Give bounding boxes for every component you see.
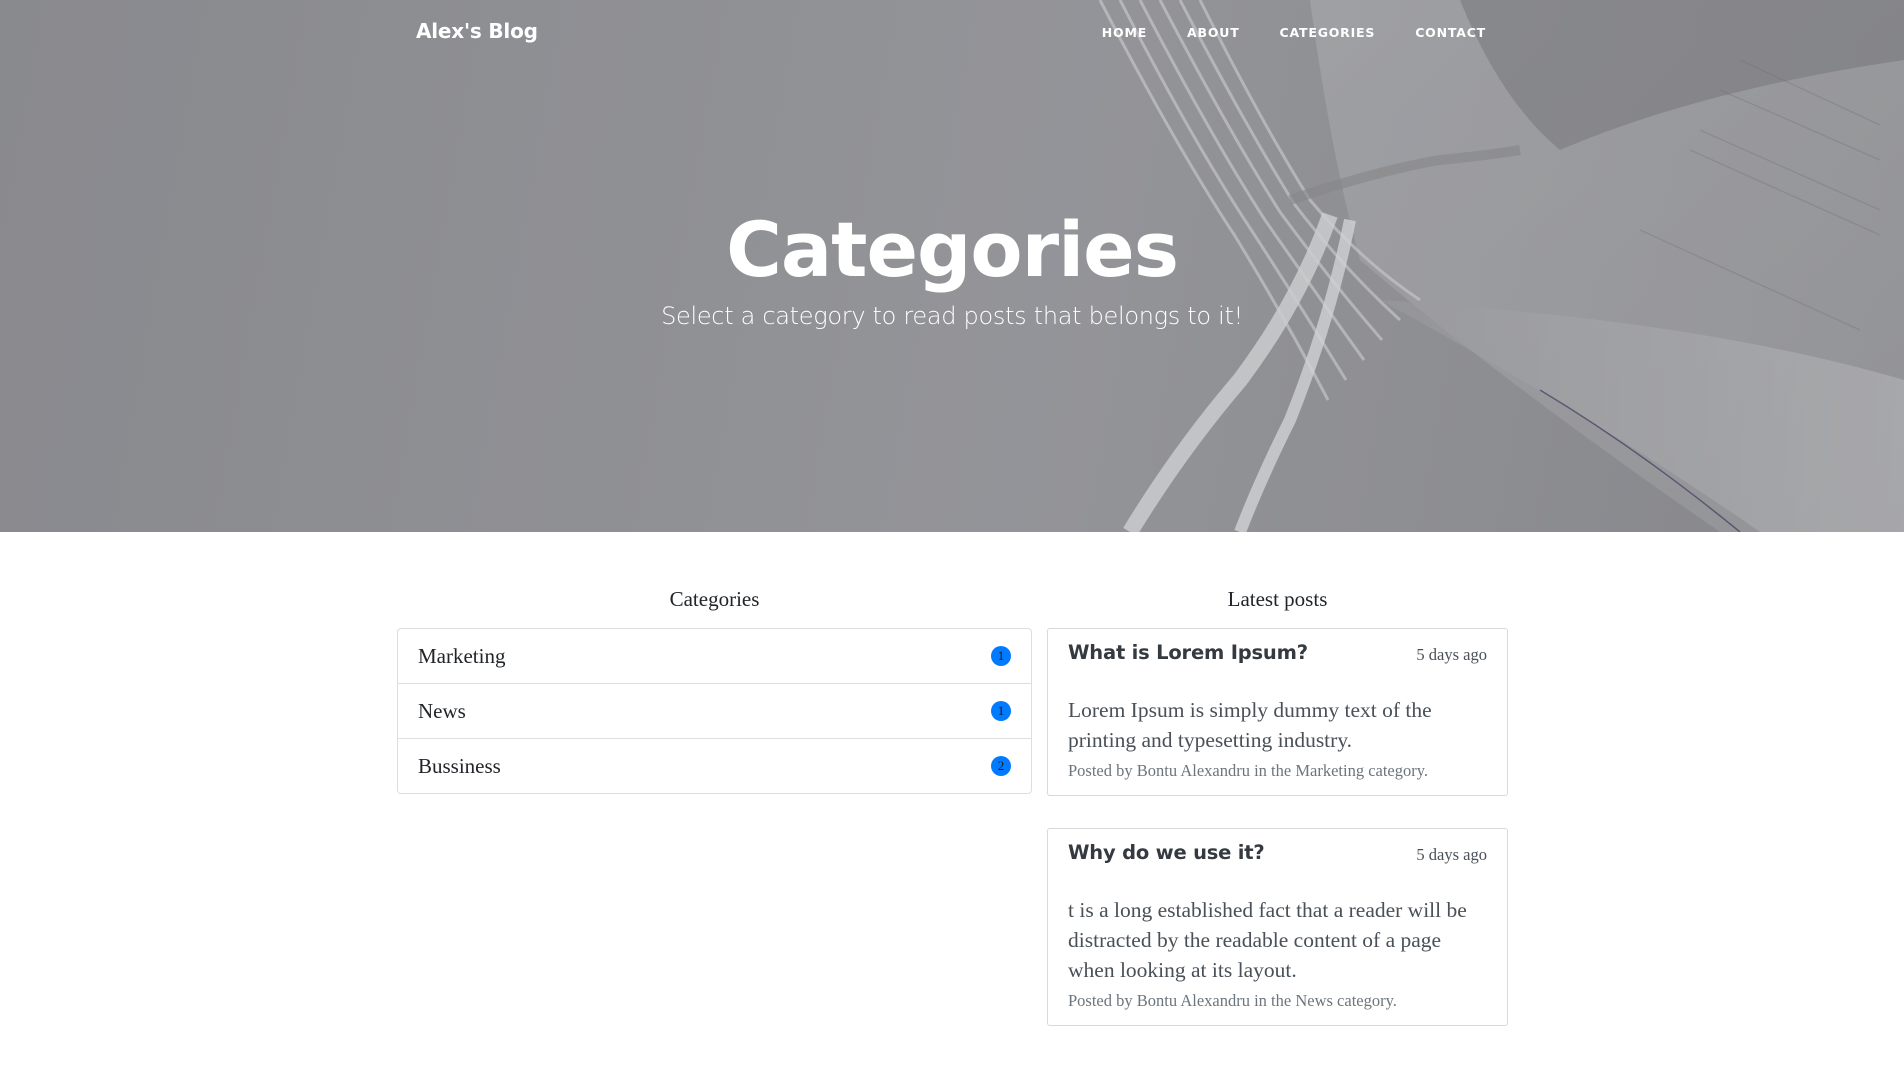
post-title-link[interactable]: What is Lorem Ipsum? — [1068, 641, 1308, 664]
post-title-link[interactable]: Why do we use it? — [1068, 841, 1265, 864]
post-card: What is Lorem Ipsum? 5 days ago Lorem Ip… — [1047, 628, 1508, 796]
category-count-badge: 1 — [991, 646, 1011, 666]
category-item-marketing[interactable]: Marketing 1 — [397, 628, 1032, 684]
main-content: Categories Marketing 1 News 1 Bussiness … — [0, 532, 1904, 1080]
nav-link-contact[interactable]: CONTACT — [1415, 25, 1486, 40]
latest-posts-section: Latest posts What is Lorem Ipsum? 5 days… — [1047, 584, 1508, 1058]
post-category-link[interactable]: News — [1295, 991, 1333, 1010]
page-title: Categories — [726, 205, 1179, 294]
category-name: Bussiness — [418, 753, 501, 778]
page-subtitle: Select a category to read posts that bel… — [661, 302, 1243, 330]
post-author-link[interactable]: Bontu Alexandru — [1137, 991, 1250, 1010]
post-meta-suffix: category. — [1332, 991, 1397, 1010]
post-excerpt: Lorem Ipsum is simply dummy text of the … — [1068, 698, 1432, 752]
category-count-badge: 1 — [991, 701, 1011, 721]
post-header: Why do we use it? 5 days ago — [1068, 841, 1487, 865]
category-item-bussiness[interactable]: Bussiness 2 — [397, 738, 1032, 794]
post-meta: Posted by Bontu Alexandru in the News ca… — [1068, 991, 1487, 1011]
nav-link-about[interactable]: ABOUT — [1187, 25, 1240, 40]
nav-link-home[interactable]: HOME — [1102, 25, 1147, 40]
post-header: What is Lorem Ipsum? 5 days ago — [1068, 641, 1487, 665]
category-list: Marketing 1 News 1 Bussiness 2 — [397, 628, 1032, 794]
categories-section: Categories Marketing 1 News 1 Bussiness … — [397, 584, 1032, 794]
post-meta-prefix: Posted by — [1068, 761, 1137, 780]
nav-link-categories[interactable]: CATEGORIES — [1280, 25, 1376, 40]
category-name: News — [418, 698, 466, 723]
post-meta-prefix: Posted by — [1068, 991, 1137, 1010]
nav-links: HOME ABOUT CATEGORIES CONTACT — [1102, 25, 1486, 40]
post-author-link[interactable]: Bontu Alexandru — [1137, 761, 1250, 780]
category-name: Marketing — [418, 643, 506, 668]
latest-posts-heading: Latest posts — [1227, 587, 1328, 611]
category-item-news[interactable]: News 1 — [397, 683, 1032, 739]
post-card: Why do we use it? 5 days ago t is a long… — [1047, 828, 1508, 1026]
post-meta-middle: in the — [1249, 991, 1296, 1010]
category-count-badge: 2 — [991, 756, 1011, 776]
top-navbar: Alex's Blog HOME ABOUT CATEGORIES CONTAC… — [0, 0, 1904, 66]
post-category-link[interactable]: Marketing — [1295, 761, 1364, 780]
post-timestamp: 5 days ago — [1416, 845, 1487, 864]
post-timestamp: 5 days ago — [1416, 645, 1487, 664]
post-meta: Posted by Bontu Alexandru in the Marketi… — [1068, 761, 1487, 781]
brand-logo-link[interactable]: Alex's Blog — [416, 19, 538, 43]
post-meta-suffix: category. — [1364, 761, 1429, 780]
categories-heading: Categories — [669, 587, 760, 611]
post-excerpt: t is a long established fact that a read… — [1068, 898, 1467, 982]
hero-banner: Alex's Blog HOME ABOUT CATEGORIES CONTAC… — [0, 0, 1904, 532]
post-meta-middle: in the — [1249, 761, 1296, 780]
